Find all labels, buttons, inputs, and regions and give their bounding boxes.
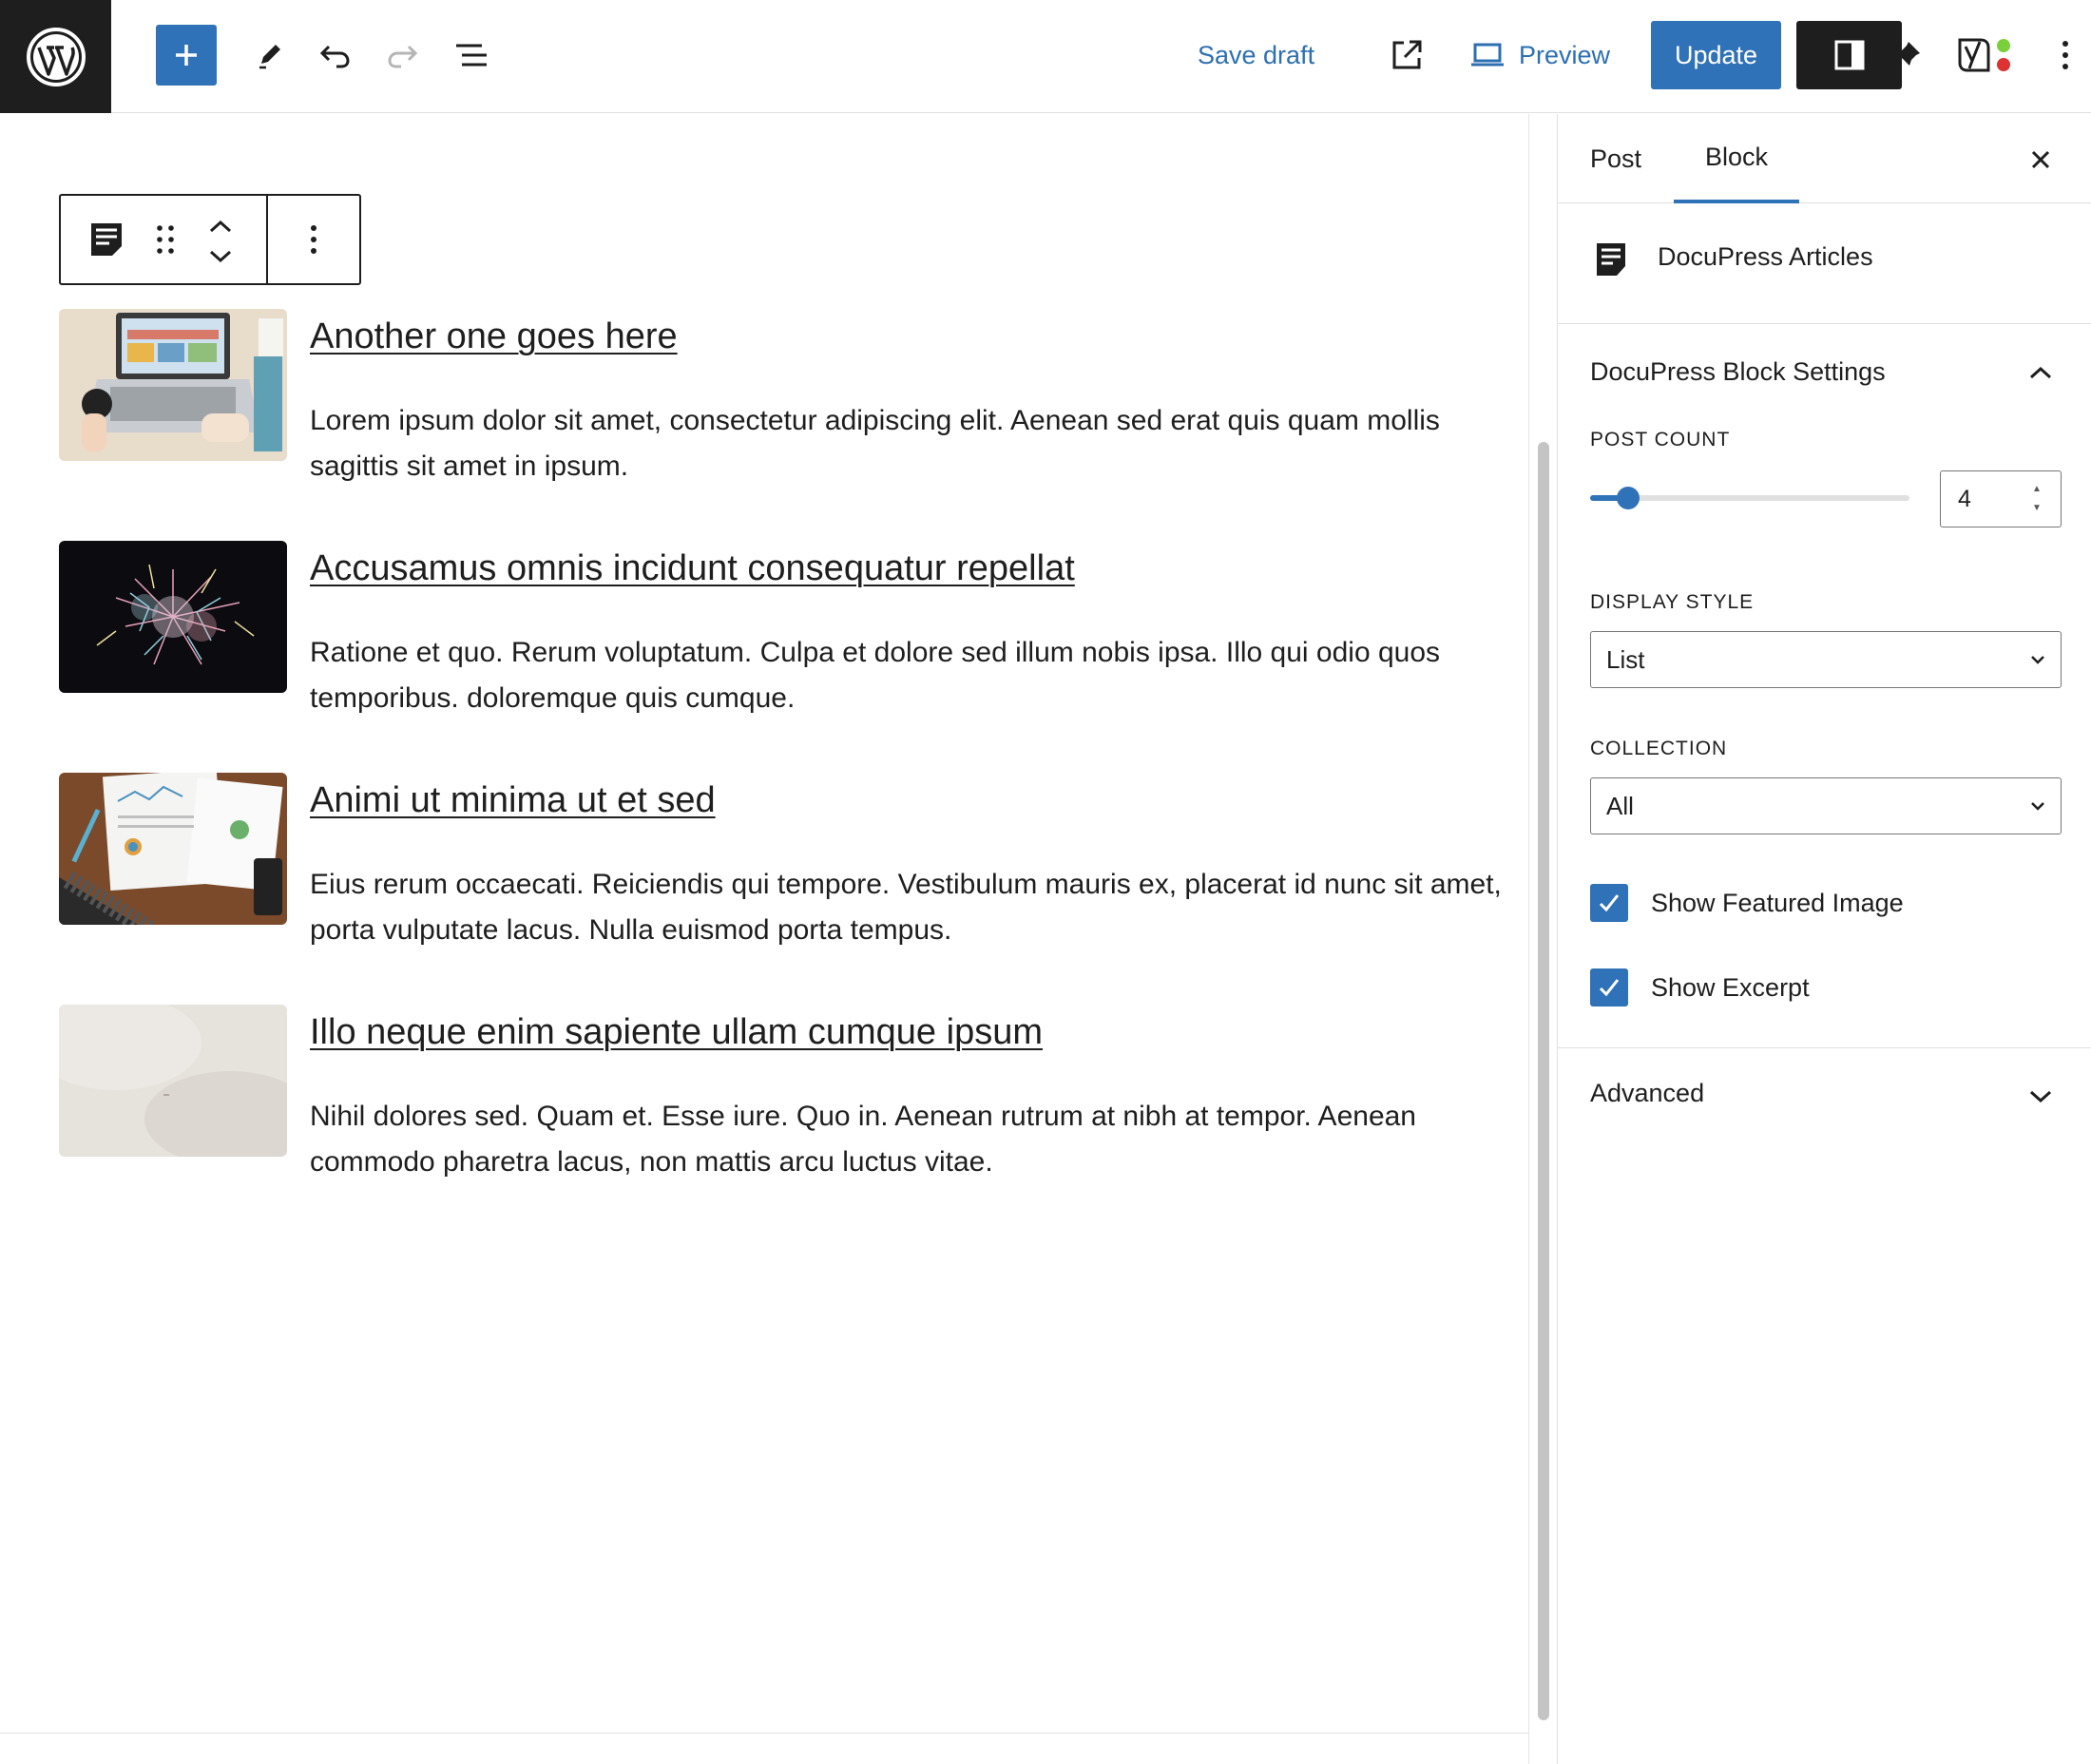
panel-title: DocuPress Block Settings bbox=[1590, 357, 1886, 386]
list-item: Illo neque enim sapiente ullam cumque ip… bbox=[59, 1005, 1466, 1195]
editor-header: Save draft Preview Update bbox=[0, 0, 2091, 113]
chevron-down-icon bbox=[2031, 802, 2044, 811]
article-title-link[interactable]: Accusamus omnis incidunt consequatur rep… bbox=[310, 548, 1075, 589]
article-excerpt: Lorem ipsum dolor sit amet, consectetur … bbox=[310, 405, 1440, 482]
options-menu-button[interactable] bbox=[2049, 30, 2081, 80]
stepper-arrows[interactable]: ▲ ▼ bbox=[2030, 485, 2043, 513]
post-list-icon bbox=[91, 223, 122, 256]
pin-icon bbox=[1891, 42, 1920, 70]
sidebar-tabs: Post Block bbox=[1558, 114, 2091, 203]
move-down-button[interactable] bbox=[201, 243, 240, 270]
featured-image[interactable] bbox=[59, 773, 287, 925]
show-excerpt-toggle[interactable]: Show Excerpt bbox=[1590, 967, 1810, 1008]
article-title-link[interactable]: Animi ut minima ut et sed bbox=[310, 780, 716, 821]
post-count-label: Post count bbox=[1590, 429, 1731, 451]
redo-icon bbox=[388, 45, 418, 68]
post-count-value: 4 bbox=[1958, 485, 1971, 512]
close-icon bbox=[2031, 150, 2050, 169]
block-options-button[interactable] bbox=[268, 196, 359, 283]
block-card-title: DocuPress Articles bbox=[1658, 242, 1873, 271]
advanced-label: Advanced bbox=[1590, 1079, 1705, 1107]
redo-button[interactable] bbox=[378, 30, 428, 80]
block-toolbar-main-group bbox=[61, 196, 268, 283]
undo-button[interactable] bbox=[310, 30, 359, 80]
block-toolbar bbox=[59, 194, 361, 285]
list-item: Animi ut minima ut et sed Eius rerum occ… bbox=[59, 773, 1502, 963]
laptop-icon bbox=[1471, 43, 1504, 67]
yoast-seo-button[interactable] bbox=[1952, 29, 2015, 82]
pin-button[interactable] bbox=[1882, 30, 1931, 80]
laptop-desk-photo bbox=[59, 309, 287, 461]
more-vertical-icon bbox=[2062, 41, 2068, 69]
undo-icon bbox=[319, 45, 350, 68]
checkmark-icon bbox=[1599, 894, 1620, 912]
block-card: DocuPress Articles bbox=[1558, 204, 2091, 324]
display-style-label: Display style bbox=[1590, 591, 1755, 613]
collection-label: Collection bbox=[1590, 738, 1728, 759]
fireworks-photo bbox=[59, 541, 287, 693]
show-featured-image-toggle[interactable]: Show Featured Image bbox=[1590, 882, 1904, 924]
settings-sidebar: Post Block DocuPress Articles DocuPress … bbox=[1557, 114, 2091, 1764]
pencil-icon bbox=[259, 45, 280, 69]
preview-button[interactable]: Preview bbox=[1469, 29, 1610, 82]
wordpress-logo-icon[interactable] bbox=[0, 0, 111, 113]
tab-block[interactable]: Block bbox=[1674, 114, 1799, 203]
update-button[interactable]: Update bbox=[1651, 21, 1781, 89]
article-excerpt: Nihil dolores sed. Quam et. Esse iure. Q… bbox=[310, 1101, 1416, 1178]
plus-icon bbox=[176, 45, 197, 66]
document-overview-button[interactable] bbox=[447, 30, 496, 80]
featured-image[interactable] bbox=[59, 541, 287, 693]
post-list-icon bbox=[1597, 243, 1625, 276]
pale-texture-photo bbox=[59, 1005, 287, 1157]
editor-footer-divider bbox=[0, 1733, 1528, 1734]
docupress-settings-panel-toggle[interactable]: DocuPress Block Settings bbox=[1558, 325, 2091, 420]
external-link-icon bbox=[1392, 40, 1422, 69]
chevron-down-icon bbox=[2031, 656, 2044, 664]
slider-thumb[interactable] bbox=[1617, 487, 1640, 509]
save-draft-button[interactable]: Save draft bbox=[1198, 29, 1314, 82]
move-up-button[interactable] bbox=[201, 213, 240, 240]
list-item: Accusamus omnis incidunt consequatur rep… bbox=[59, 541, 1466, 731]
checkmark-icon bbox=[1599, 979, 1620, 997]
display-style-select[interactable]: List bbox=[1590, 631, 2062, 688]
close-sidebar-button[interactable] bbox=[2014, 133, 2067, 186]
tools-button[interactable] bbox=[245, 30, 295, 80]
article-title-link[interactable]: Illo neque enim sapiente ullam cumque ip… bbox=[310, 1012, 1043, 1053]
chevron-down-icon bbox=[2022, 1077, 2060, 1115]
chevron-down-icon bbox=[209, 250, 232, 263]
show-featured-image-label: Show Featured Image bbox=[1651, 888, 1904, 917]
display-style-value: List bbox=[1606, 644, 1645, 674]
add-block-button[interactable] bbox=[156, 25, 217, 86]
drag-handle[interactable] bbox=[146, 217, 184, 262]
article-excerpt: Eius rerum occaecati. Reiciendis qui tem… bbox=[310, 869, 1502, 946]
tab-post[interactable]: Post bbox=[1590, 114, 1641, 203]
preview-label: Preview bbox=[1519, 40, 1611, 69]
article-excerpt: Ratione et quo. Rerum voluptatum. Culpa … bbox=[310, 637, 1441, 714]
collection-select[interactable]: All bbox=[1590, 777, 2062, 834]
more-vertical-icon bbox=[311, 225, 317, 254]
chevron-up-icon bbox=[2022, 354, 2060, 392]
advanced-panel-toggle[interactable]: Advanced bbox=[1558, 1048, 2091, 1143]
checkbox[interactable] bbox=[1590, 968, 1628, 1007]
featured-image[interactable] bbox=[59, 309, 287, 461]
scrollbar-thumb[interactable] bbox=[1538, 442, 1549, 1720]
list-item: Another one goes here Lorem ipsum dolor … bbox=[59, 309, 1466, 499]
article-title-link[interactable]: Another one goes here bbox=[310, 316, 678, 357]
show-excerpt-label: Show Excerpt bbox=[1651, 972, 1810, 1002]
featured-image[interactable] bbox=[59, 1005, 287, 1157]
sidebar-icon bbox=[1834, 40, 1864, 70]
collection-value: All bbox=[1606, 791, 1634, 820]
chevron-up-icon bbox=[209, 220, 232, 233]
block-type-button[interactable] bbox=[84, 217, 129, 262]
post-count-slider[interactable] bbox=[1590, 487, 1909, 509]
yoast-icon bbox=[1958, 38, 2010, 72]
drag-handle-icon bbox=[157, 225, 174, 254]
post-count-input[interactable]: 4 ▲ ▼ bbox=[1940, 470, 2062, 527]
list-view-icon bbox=[456, 44, 487, 67]
analytics-papers-photo bbox=[59, 773, 287, 925]
checkbox[interactable] bbox=[1590, 884, 1628, 922]
view-post-button[interactable] bbox=[1380, 29, 1433, 82]
editor-scrollbar[interactable] bbox=[1528, 114, 1557, 1764]
